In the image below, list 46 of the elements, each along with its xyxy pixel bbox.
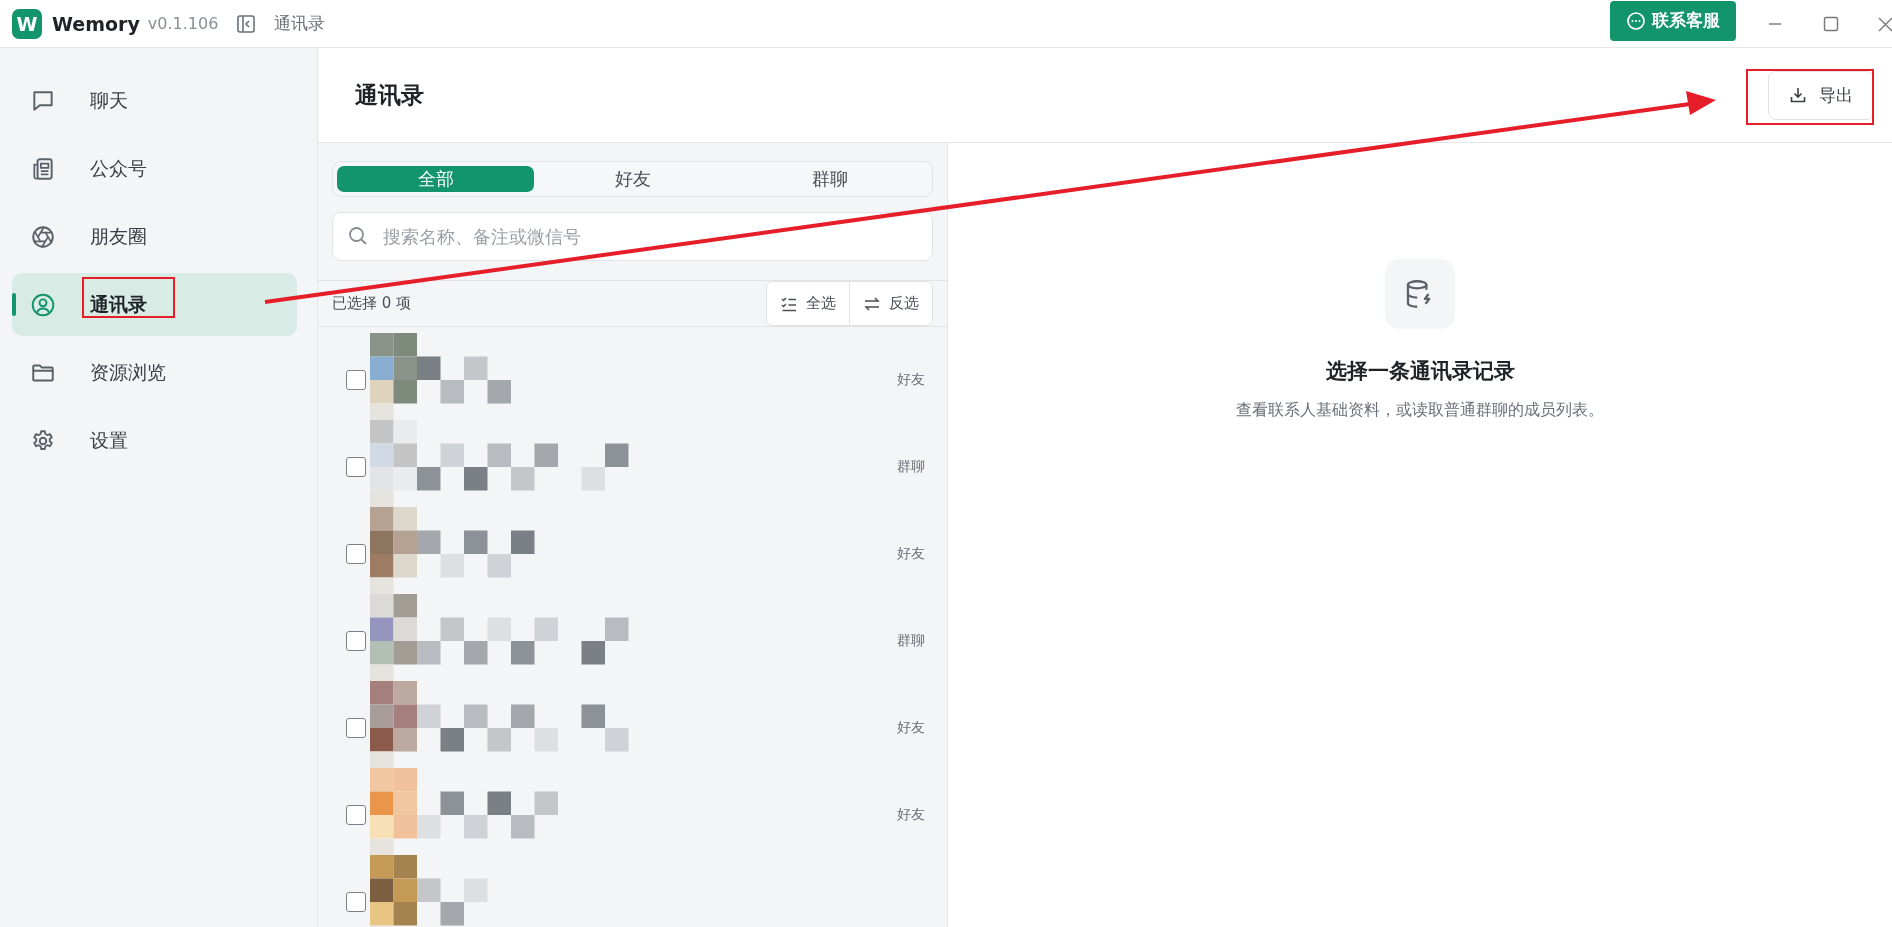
person-circle-icon bbox=[30, 291, 56, 318]
breadcrumb-title: 通讯录 bbox=[274, 12, 326, 35]
chat-bubble-icon bbox=[1626, 10, 1646, 31]
sidebar-item[interactable]: 公众号 bbox=[12, 137, 297, 200]
app-logo: W bbox=[12, 8, 42, 39]
sidebar-item[interactable]: 设置 bbox=[12, 409, 297, 472]
checklist-icon bbox=[780, 294, 798, 313]
checkbox[interactable] bbox=[346, 543, 366, 564]
contact-type-label: 好友 bbox=[897, 718, 925, 737]
contact-type-label: 好友 bbox=[897, 544, 925, 563]
download-icon bbox=[1789, 86, 1807, 104]
app-name: Wemory bbox=[52, 12, 140, 35]
maximize-icon[interactable] bbox=[1822, 14, 1840, 33]
empty-state-title: 选择一条通讯录记录 bbox=[1325, 358, 1515, 385]
contact-type-label: 好友 bbox=[897, 805, 925, 824]
page-title: 通讯录 bbox=[355, 80, 425, 110]
document-icon bbox=[30, 155, 56, 182]
filter-tab[interactable]: 群聊 bbox=[731, 166, 928, 192]
sidebar-toggle-icon[interactable] bbox=[236, 13, 257, 34]
search-icon bbox=[348, 226, 368, 246]
export-button[interactable]: 导出 bbox=[1768, 70, 1874, 120]
sidebar-item[interactable]: 朋友圈 bbox=[12, 205, 297, 268]
filter-tab[interactable]: 全部 bbox=[337, 166, 534, 192]
contact-type-label: 群聊 bbox=[897, 631, 925, 650]
checkbox[interactable] bbox=[346, 369, 366, 390]
app-version: v0.1.106 bbox=[147, 14, 219, 33]
checkbox[interactable] bbox=[346, 717, 366, 738]
sidebar-item[interactable]: 资源浏览 bbox=[12, 341, 297, 404]
sidebar-item[interactable]: 通讯录 bbox=[12, 273, 297, 336]
sidebar-item[interactable]: 聊天 bbox=[12, 69, 297, 132]
active-indicator bbox=[12, 293, 16, 316]
checkbox[interactable] bbox=[346, 891, 366, 912]
selection-count: 已选择 0 项 bbox=[332, 294, 412, 313]
select-all-button[interactable]: 全选 bbox=[767, 282, 849, 325]
search-field[interactable]: 搜索名称、备注或微信号 bbox=[332, 212, 933, 261]
aperture-icon bbox=[30, 223, 56, 250]
invert-selection-button[interactable]: 反选 bbox=[849, 282, 932, 325]
checkbox[interactable] bbox=[346, 630, 366, 651]
swap-arrows-icon bbox=[863, 294, 881, 313]
contact-type-label: 好友 bbox=[897, 370, 925, 389]
contact-type-label: 群聊 bbox=[897, 457, 925, 476]
empty-state-text: 查看联系人基础资料，或读取普通群聊的成员列表。 bbox=[1236, 400, 1604, 421]
checkbox[interactable] bbox=[346, 456, 366, 477]
filter-tab[interactable]: 好友 bbox=[534, 166, 731, 192]
support-button[interactable]: 联系客服 bbox=[1610, 0, 1736, 41]
checkbox[interactable] bbox=[346, 804, 366, 825]
